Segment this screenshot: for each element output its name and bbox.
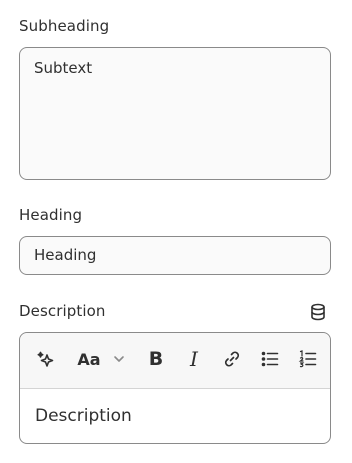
heading-value: Heading	[34, 246, 97, 264]
chevron-down-icon[interactable]	[107, 347, 131, 371]
subheading-textarea[interactable]: Subtext	[19, 47, 331, 180]
subheading-value: Subtext	[34, 59, 93, 77]
numbered-list-icon[interactable]	[296, 347, 320, 371]
description-editor[interactable]: Aa B I Description	[19, 332, 331, 444]
italic-label: I	[190, 347, 198, 371]
rich-text-toolbar: Aa B I	[20, 333, 330, 389]
text-style-icon[interactable]: Aa	[75, 347, 103, 371]
bold-icon[interactable]: B	[144, 347, 168, 371]
link-icon[interactable]	[220, 347, 244, 371]
ai-sparkle-icon[interactable]	[34, 347, 58, 371]
heading-label: Heading	[19, 206, 83, 224]
heading-input[interactable]: Heading	[19, 236, 331, 275]
subheading-label: Subheading	[19, 17, 110, 35]
text-style-label: Aa	[77, 349, 101, 369]
description-value: Description	[35, 406, 132, 426]
bullet-list-icon[interactable]	[258, 347, 282, 371]
bold-label: B	[148, 348, 164, 370]
form-panel: Subheading Subtext Heading Heading Descr…	[0, 0, 352, 463]
database-icon[interactable]	[307, 301, 329, 323]
italic-icon[interactable]: I	[182, 347, 206, 371]
description-label: Description	[19, 302, 106, 320]
